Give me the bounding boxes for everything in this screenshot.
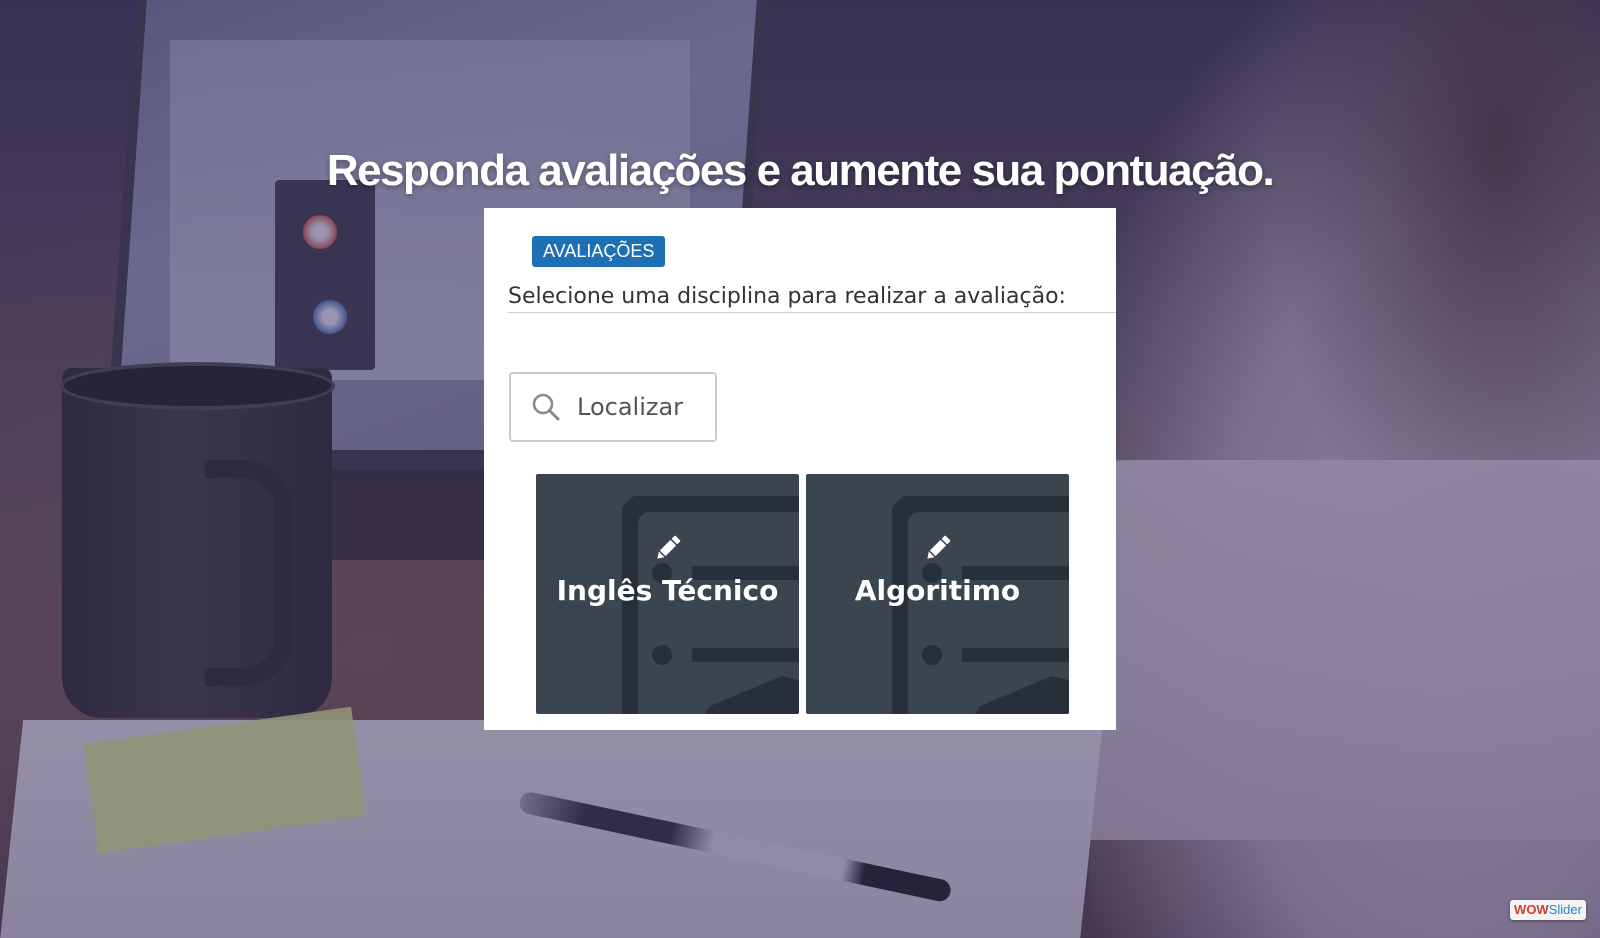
pencil-icon <box>656 535 680 559</box>
evaluations-card: AVALIAÇÕES Selecione uma disciplina para… <box>484 208 1116 730</box>
slide: Responda avaliações e aumente sua pontua… <box>0 0 1600 938</box>
subject-tile-ingles-tecnico[interactable]: Inglês Técnico <box>536 474 799 714</box>
pencil-icon <box>926 535 950 559</box>
subject-label: Inglês Técnico <box>556 574 779 607</box>
search-input[interactable] <box>577 393 707 421</box>
slide-headline: Responda avaliações e aumente sua pontua… <box>326 146 1275 195</box>
watermark-part: WOW <box>1514 902 1549 917</box>
section-badge: AVALIAÇÕES <box>532 236 666 267</box>
instruction-text: Selecione uma disciplina para realizar a… <box>508 284 1066 309</box>
wowslider-watermark[interactable]: WOWSlider <box>1510 900 1586 920</box>
search-box[interactable] <box>509 372 717 442</box>
subject-tile-algoritimo[interactable]: Algoritimo <box>806 474 1069 714</box>
divider <box>508 312 1116 313</box>
watermark-part: Slider <box>1548 902 1582 917</box>
subject-tiles: Inglês Técnico Algoritimo <box>536 474 1096 714</box>
search-icon <box>531 392 561 422</box>
subject-label: Algoritimo <box>854 574 1021 607</box>
